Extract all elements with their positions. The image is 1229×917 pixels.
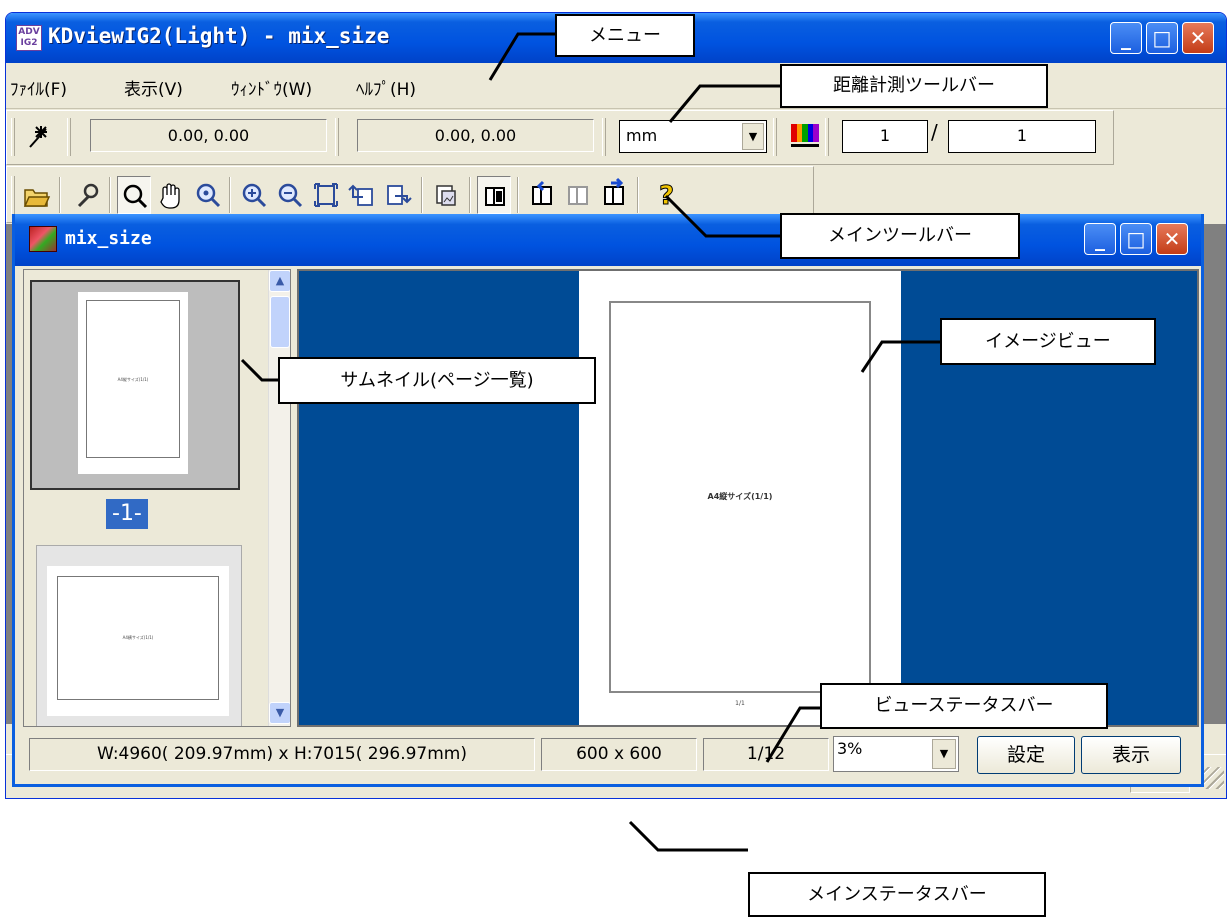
callout-thumbnail: サムネイル(ページ一覧) <box>278 357 596 404</box>
callout-main-statusbar: メインステータスバー <box>748 872 1046 917</box>
leader-thumbnail <box>240 358 278 382</box>
leader-image-view <box>860 340 940 373</box>
leader-view-statusbar <box>765 706 820 763</box>
leader-measure-toolbar <box>668 84 780 123</box>
callout-measure-toolbar: 距離計測ツールバー <box>780 64 1048 108</box>
callout-view-statusbar: ビューステータスバー <box>820 683 1108 729</box>
callout-leaders <box>240 32 940 852</box>
callout-image-view: イメージビュー <box>940 318 1156 365</box>
leader-main-toolbar <box>664 194 780 238</box>
callout-main-toolbar: メインツールバー <box>780 213 1020 259</box>
callout-menu: メニュー <box>555 14 695 57</box>
leader-menu <box>488 32 555 81</box>
leader-main-statusbar <box>628 820 748 852</box>
